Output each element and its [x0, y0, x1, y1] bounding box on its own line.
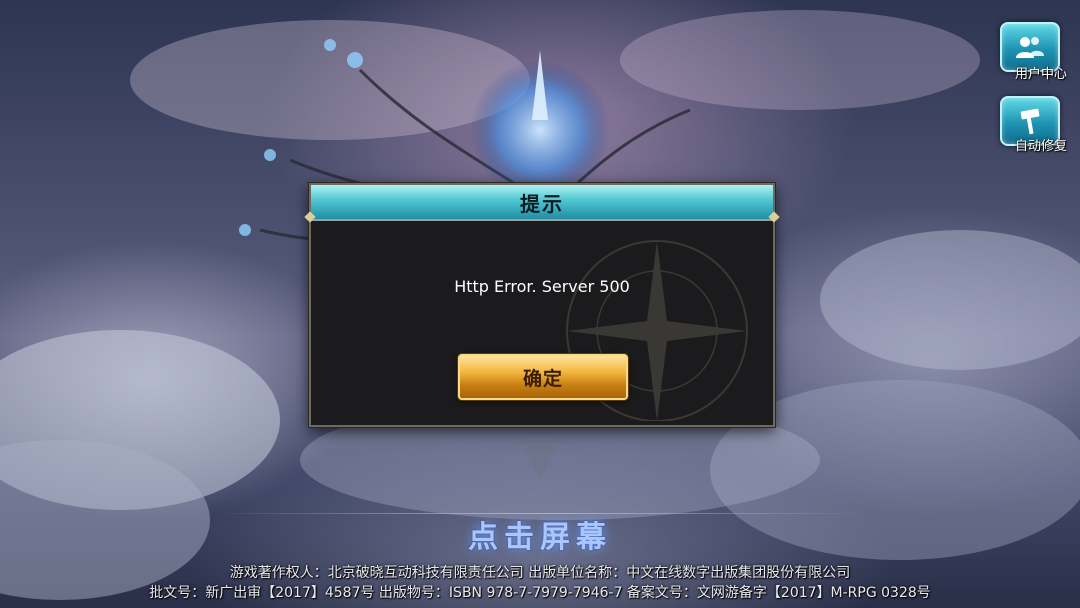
tap-screen-prompt[interactable]: 点击屏幕	[0, 512, 1080, 556]
dialog-title: 提示	[520, 191, 564, 216]
auto-repair-label: 自动修复	[1014, 139, 1067, 154]
footer-license-line: 批文号：新广出审【2017】4587号 出版物号：ISBN 978-7-7979…	[149, 585, 931, 601]
confirm-button-label: 确定	[522, 367, 563, 390]
hammer-icon	[1020, 108, 1040, 135]
confirm-button[interactable]: 确定	[458, 354, 628, 400]
error-message: Http Error. Server 500	[454, 277, 630, 296]
user-center-label: 用户中心	[1014, 67, 1067, 82]
users-icon	[1016, 37, 1044, 58]
footer-copyright-line: 游戏著作权人：北京破晓互动科技有限责任公司 出版单位名称：中文在线数字出版集团股…	[229, 565, 851, 581]
dialog-header: 提示	[311, 185, 773, 221]
error-dialog: 提示 Http Error. Server 500 确定	[304, 183, 780, 427]
